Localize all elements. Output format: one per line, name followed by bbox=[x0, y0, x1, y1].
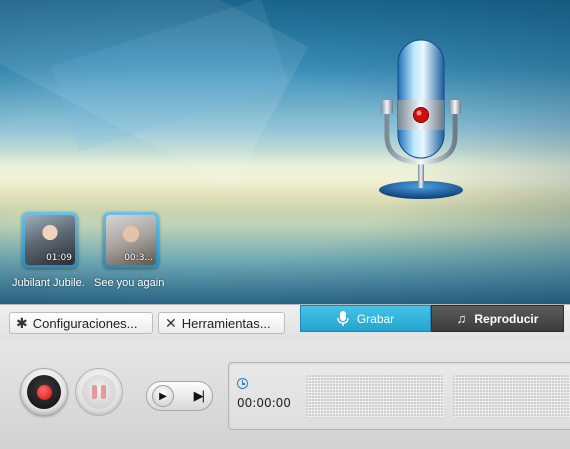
clock-icon bbox=[237, 378, 248, 389]
record-icon bbox=[27, 375, 61, 409]
play-skip-button[interactable]: ▶ ▶| bbox=[146, 381, 213, 411]
gear-icon: ✱ bbox=[16, 315, 28, 331]
tab-play-label: Reproducir bbox=[474, 311, 539, 326]
pause-icon bbox=[82, 375, 116, 409]
media-thumbnail[interactable]: 01:09 bbox=[22, 212, 78, 268]
album-art: 01:09 bbox=[25, 215, 75, 265]
elapsed-time: 00:00:00 bbox=[237, 396, 291, 410]
settings-button-label: Configuraciones... bbox=[32, 315, 138, 331]
media-title[interactable]: Jubilant Jubile. bbox=[12, 277, 85, 289]
tools-button-label: Herramientas... bbox=[181, 315, 271, 331]
tab-record[interactable]: Grabar bbox=[300, 305, 431, 332]
tools-icon: ✕ bbox=[165, 315, 177, 331]
skip-end-icon: ▶| bbox=[193, 388, 205, 403]
record-button[interactable] bbox=[20, 368, 68, 416]
vignette bbox=[0, 0, 570, 304]
tab-record-label: Grabar bbox=[356, 311, 395, 326]
hero-background bbox=[0, 0, 570, 304]
microphone-icon bbox=[337, 310, 349, 326]
pause-button[interactable] bbox=[75, 368, 123, 416]
media-thumbnail[interactable]: 00:3... bbox=[103, 212, 159, 268]
settings-button[interactable]: ✱ Configuraciones... bbox=[9, 312, 153, 334]
music-note-icon: ♫ bbox=[456, 311, 467, 326]
level-meter-left bbox=[306, 375, 444, 418]
play-icon: ▶ bbox=[152, 385, 174, 407]
tools-button[interactable]: ✕ Herramientas... bbox=[158, 312, 285, 334]
tab-play[interactable]: ♫ Reproducir bbox=[431, 305, 564, 332]
media-duration: 01:09 bbox=[46, 253, 72, 263]
microphone-icon bbox=[379, 39, 463, 199]
media-title[interactable]: See you again bbox=[94, 277, 164, 289]
media-duration: 00:3... bbox=[124, 253, 153, 263]
album-art: 00:3... bbox=[106, 215, 156, 265]
level-meter-right bbox=[453, 375, 570, 418]
